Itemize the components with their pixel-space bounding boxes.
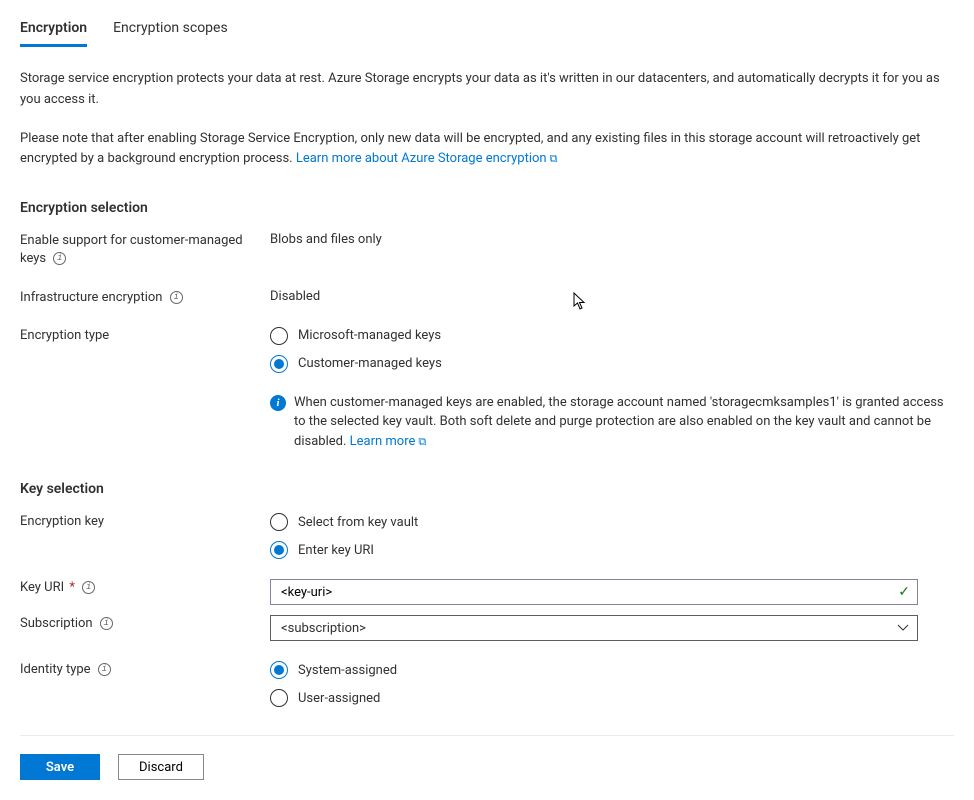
identity-type-radio-group: System-assigned User-assigned bbox=[270, 661, 954, 707]
external-link-icon: ⧉ bbox=[550, 150, 558, 168]
radio-label: System-assigned bbox=[298, 663, 397, 678]
subscription-value: <subscription> bbox=[281, 621, 366, 636]
external-link-icon: ⧉ bbox=[418, 434, 426, 451]
radio-label: Microsoft-managed keys bbox=[298, 328, 441, 343]
field-encryption-key: Encryption key Select from key vault Ent… bbox=[20, 513, 954, 559]
subscription-select[interactable]: <subscription> bbox=[270, 615, 918, 641]
radio-circle-icon bbox=[270, 355, 288, 373]
radio-select-from-key-vault[interactable]: Select from key vault bbox=[270, 513, 954, 531]
field-infrastructure-encryption: Infrastructure encryption Disabled bbox=[20, 289, 954, 307]
intro-paragraph-1: Storage service encryption protects your… bbox=[20, 69, 954, 111]
encryption-key-radio-group: Select from key vault Enter key URI bbox=[270, 513, 954, 559]
intro-paragraph-2: Please note that after enabling Storage … bbox=[20, 129, 954, 171]
footer-divider bbox=[20, 735, 954, 736]
learn-more-storage-encryption-link[interactable]: Learn more about Azure Storage encryptio… bbox=[296, 151, 558, 166]
key-uri-input[interactable] bbox=[270, 579, 918, 605]
info-icon[interactable] bbox=[170, 291, 183, 304]
radio-enter-key-uri[interactable]: Enter key URI bbox=[270, 541, 954, 559]
cmk-info-message: When customer-managed keys are enabled, … bbox=[270, 393, 954, 452]
discard-button[interactable]: Discard bbox=[118, 754, 204, 780]
infrastructure-encryption-value: Disabled bbox=[270, 289, 954, 304]
radio-circle-icon bbox=[270, 661, 288, 679]
radio-system-assigned[interactable]: System-assigned bbox=[270, 661, 954, 679]
info-icon[interactable] bbox=[82, 581, 95, 594]
save-button[interactable]: Save bbox=[20, 754, 100, 780]
radio-label: Enter key URI bbox=[298, 543, 374, 558]
tab-encryption-scopes[interactable]: Encryption scopes bbox=[113, 20, 228, 47]
radio-circle-icon bbox=[270, 327, 288, 345]
tab-encryption[interactable]: Encryption bbox=[20, 20, 87, 47]
cmk-support-label: Enable support for customer-managed keys bbox=[20, 232, 270, 268]
identity-type-label: Identity type bbox=[20, 661, 270, 679]
cmk-support-value: Blobs and files only bbox=[270, 232, 954, 247]
key-uri-label: Key URI * bbox=[20, 579, 270, 597]
radio-label: User-assigned bbox=[298, 691, 380, 706]
chevron-down-icon bbox=[897, 624, 909, 632]
radio-label: Customer-managed keys bbox=[298, 356, 442, 371]
info-icon[interactable] bbox=[98, 663, 111, 676]
tabs-container: Encryption Encryption scopes bbox=[20, 20, 954, 47]
subscription-label: Subscription bbox=[20, 615, 270, 633]
radio-microsoft-managed-keys[interactable]: Microsoft-managed keys bbox=[270, 327, 954, 345]
encryption-type-label: Encryption type bbox=[20, 327, 270, 345]
info-icon[interactable] bbox=[100, 617, 113, 630]
radio-circle-icon bbox=[270, 513, 288, 531]
radio-circle-icon bbox=[270, 689, 288, 707]
radio-label: Select from key vault bbox=[298, 515, 418, 530]
button-row: Save Discard bbox=[20, 754, 954, 780]
info-icon[interactable] bbox=[53, 252, 66, 265]
radio-customer-managed-keys[interactable]: Customer-managed keys bbox=[270, 355, 954, 373]
infrastructure-encryption-label: Infrastructure encryption bbox=[20, 289, 270, 307]
learn-more-cmk-link[interactable]: Learn more⧉ bbox=[350, 434, 427, 449]
encryption-selection-title: Encryption selection bbox=[20, 200, 954, 216]
encryption-key-label: Encryption key bbox=[20, 513, 270, 531]
encryption-type-radio-group: Microsoft-managed keys Customer-managed … bbox=[270, 327, 954, 452]
field-key-uri: Key URI * ✓ bbox=[20, 579, 954, 605]
radio-user-assigned[interactable]: User-assigned bbox=[270, 689, 954, 707]
field-encryption-type: Encryption type Microsoft-managed keys C… bbox=[20, 327, 954, 452]
radio-circle-icon bbox=[270, 541, 288, 559]
info-badge-icon bbox=[270, 395, 286, 411]
field-subscription: Subscription <subscription> bbox=[20, 615, 954, 641]
required-star-icon: * bbox=[66, 580, 75, 595]
field-cmk-support: Enable support for customer-managed keys… bbox=[20, 232, 954, 268]
field-identity-type: Identity type System-assigned User-assig… bbox=[20, 661, 954, 707]
intro-text: Storage service encryption protects your… bbox=[20, 69, 954, 170]
key-selection-title: Key selection bbox=[20, 481, 954, 497]
